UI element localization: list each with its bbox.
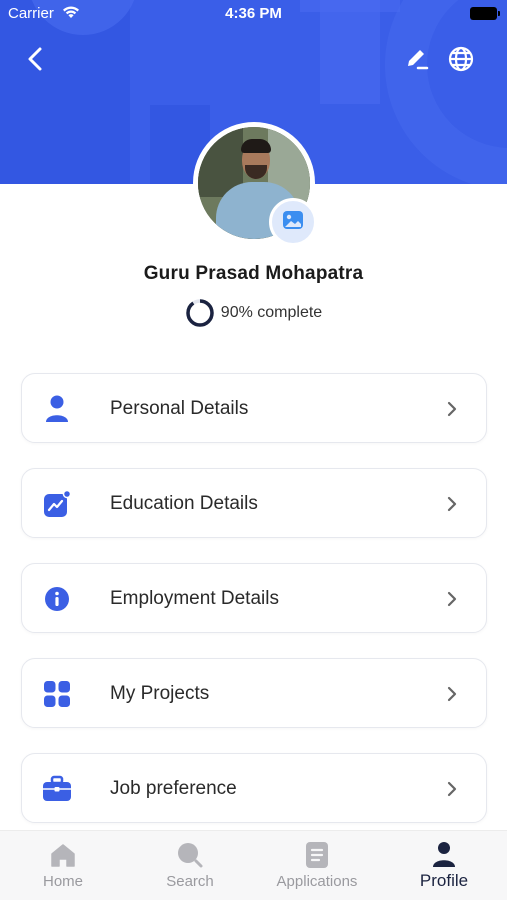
battery-icon xyxy=(470,7,500,20)
tab-profile[interactable]: Profile xyxy=(381,831,507,900)
globe-icon xyxy=(447,45,475,78)
briefcase-icon xyxy=(40,772,74,806)
change-photo-button[interactable] xyxy=(269,198,317,246)
tab-label: Home xyxy=(42,873,83,890)
back-button[interactable] xyxy=(18,44,52,78)
info-icon xyxy=(40,582,74,616)
menu-item-my-projects[interactable]: My Projects xyxy=(21,658,487,728)
chevron-right-icon xyxy=(442,397,462,421)
search-icon xyxy=(127,841,253,869)
menu-item-personal-details[interactable]: Personal Details xyxy=(21,373,487,443)
pencil-icon xyxy=(404,46,430,77)
person-icon xyxy=(381,841,507,869)
completion-text: 90% complete xyxy=(220,304,323,321)
status-bar: Carrier 4:36 PM xyxy=(0,0,507,28)
chevron-right-icon xyxy=(442,777,462,801)
tab-applications[interactable]: Applications xyxy=(254,831,380,900)
tab-home[interactable]: Home xyxy=(0,831,126,900)
profile-name: Guru Prasad Mohapatra xyxy=(143,263,364,284)
edit-profile-button[interactable] xyxy=(400,44,434,78)
grid-icon xyxy=(40,677,74,711)
menu-item-job-preference[interactable]: Job preference xyxy=(21,753,487,823)
profile-completion: 90% complete xyxy=(0,298,507,328)
chevron-left-icon xyxy=(26,46,44,77)
language-button[interactable] xyxy=(444,44,478,78)
home-icon xyxy=(0,841,126,869)
tab-label: Search xyxy=(166,873,214,890)
menu-item-label: My Projects xyxy=(110,683,210,704)
menu-item-education-details[interactable]: Education Details xyxy=(21,468,487,538)
chevron-right-icon xyxy=(442,492,462,516)
tab-search[interactable]: Search xyxy=(127,831,253,900)
menu-item-label: Employment Details xyxy=(110,588,279,609)
document-icon xyxy=(254,841,380,869)
completion-ring-icon xyxy=(186,299,214,327)
avatar-container xyxy=(193,122,317,246)
bottom-tab-bar: Home Search Applications Profile xyxy=(0,830,507,900)
menu-item-label: Education Details xyxy=(110,493,258,514)
image-icon xyxy=(281,208,305,237)
person-icon xyxy=(40,392,74,426)
menu-item-label: Job preference xyxy=(110,778,237,799)
tab-label: Applications xyxy=(276,873,358,890)
tab-label: Profile xyxy=(419,871,469,890)
clock: 4:36 PM xyxy=(225,5,282,22)
chevron-right-icon xyxy=(442,587,462,611)
menu-item-employment-details[interactable]: Employment Details xyxy=(21,563,487,633)
chevron-right-icon xyxy=(442,682,462,706)
trend-chart-icon xyxy=(40,487,74,521)
menu-item-label: Personal Details xyxy=(110,398,249,419)
